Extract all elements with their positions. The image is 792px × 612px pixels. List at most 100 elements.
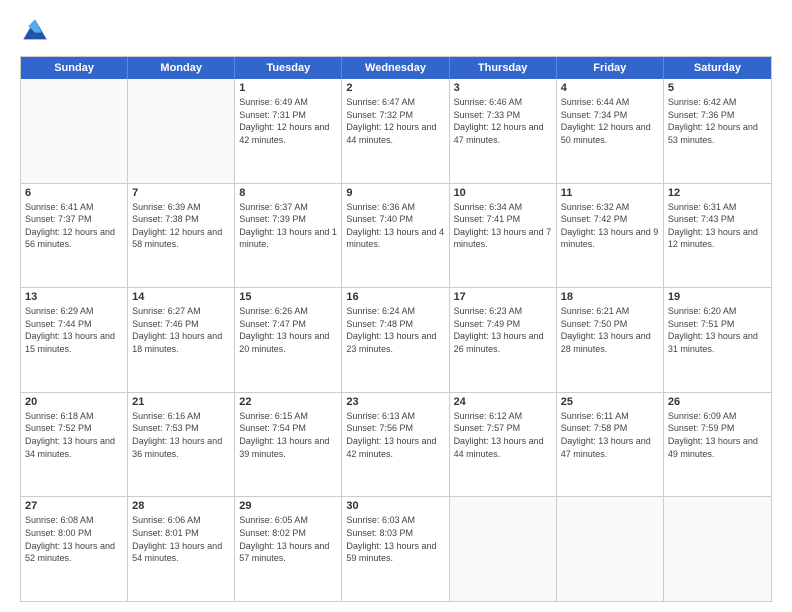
day-number: 2 xyxy=(346,82,444,94)
day-detail: Sunrise: 6:05 AMSunset: 8:02 PMDaylight:… xyxy=(239,514,337,564)
day-detail: Sunrise: 6:32 AMSunset: 7:42 PMDaylight:… xyxy=(561,201,659,251)
cal-day-19: 19 Sunrise: 6:20 AMSunset: 7:51 PMDaylig… xyxy=(664,288,771,392)
cal-day-empty xyxy=(557,497,664,601)
cal-day-18: 18 Sunrise: 6:21 AMSunset: 7:50 PMDaylig… xyxy=(557,288,664,392)
day-number: 9 xyxy=(346,187,444,199)
cal-day-15: 15 Sunrise: 6:26 AMSunset: 7:47 PMDaylig… xyxy=(235,288,342,392)
cal-day-13: 13 Sunrise: 6:29 AMSunset: 7:44 PMDaylig… xyxy=(21,288,128,392)
weekday-header-wednesday: Wednesday xyxy=(342,57,449,79)
cal-week-4: 20 Sunrise: 6:18 AMSunset: 7:52 PMDaylig… xyxy=(21,392,771,497)
weekday-header-saturday: Saturday xyxy=(664,57,771,79)
day-detail: Sunrise: 6:42 AMSunset: 7:36 PMDaylight:… xyxy=(668,96,767,146)
day-detail: Sunrise: 6:15 AMSunset: 7:54 PMDaylight:… xyxy=(239,410,337,460)
day-detail: Sunrise: 6:37 AMSunset: 7:39 PMDaylight:… xyxy=(239,201,337,251)
day-number: 1 xyxy=(239,82,337,94)
cal-week-2: 6 Sunrise: 6:41 AMSunset: 7:37 PMDayligh… xyxy=(21,183,771,288)
day-detail: Sunrise: 6:44 AMSunset: 7:34 PMDaylight:… xyxy=(561,96,659,146)
day-detail: Sunrise: 6:27 AMSunset: 7:46 PMDaylight:… xyxy=(132,305,230,355)
day-number: 8 xyxy=(239,187,337,199)
day-number: 21 xyxy=(132,396,230,408)
day-number: 5 xyxy=(668,82,767,94)
cal-day-empty xyxy=(128,79,235,183)
weekday-header-friday: Friday xyxy=(557,57,664,79)
day-number: 7 xyxy=(132,187,230,199)
day-detail: Sunrise: 6:11 AMSunset: 7:58 PMDaylight:… xyxy=(561,410,659,460)
day-number: 4 xyxy=(561,82,659,94)
cal-day-9: 9 Sunrise: 6:36 AMSunset: 7:40 PMDayligh… xyxy=(342,184,449,288)
cal-day-24: 24 Sunrise: 6:12 AMSunset: 7:57 PMDaylig… xyxy=(450,393,557,497)
day-detail: Sunrise: 6:13 AMSunset: 7:56 PMDaylight:… xyxy=(346,410,444,460)
cal-week-1: 1 Sunrise: 6:49 AMSunset: 7:31 PMDayligh… xyxy=(21,79,771,183)
day-number: 20 xyxy=(25,396,123,408)
cal-day-17: 17 Sunrise: 6:23 AMSunset: 7:49 PMDaylig… xyxy=(450,288,557,392)
day-detail: Sunrise: 6:03 AMSunset: 8:03 PMDaylight:… xyxy=(346,514,444,564)
day-number: 12 xyxy=(668,187,767,199)
day-number: 14 xyxy=(132,291,230,303)
cal-day-28: 28 Sunrise: 6:06 AMSunset: 8:01 PMDaylig… xyxy=(128,497,235,601)
cal-day-7: 7 Sunrise: 6:39 AMSunset: 7:38 PMDayligh… xyxy=(128,184,235,288)
logo-icon xyxy=(20,16,50,46)
weekday-header-sunday: Sunday xyxy=(21,57,128,79)
day-number: 18 xyxy=(561,291,659,303)
cal-day-5: 5 Sunrise: 6:42 AMSunset: 7:36 PMDayligh… xyxy=(664,79,771,183)
day-detail: Sunrise: 6:18 AMSunset: 7:52 PMDaylight:… xyxy=(25,410,123,460)
day-detail: Sunrise: 6:26 AMSunset: 7:47 PMDaylight:… xyxy=(239,305,337,355)
cal-day-6: 6 Sunrise: 6:41 AMSunset: 7:37 PMDayligh… xyxy=(21,184,128,288)
cal-day-30: 30 Sunrise: 6:03 AMSunset: 8:03 PMDaylig… xyxy=(342,497,449,601)
cal-day-12: 12 Sunrise: 6:31 AMSunset: 7:43 PMDaylig… xyxy=(664,184,771,288)
cal-day-26: 26 Sunrise: 6:09 AMSunset: 7:59 PMDaylig… xyxy=(664,393,771,497)
day-number: 22 xyxy=(239,396,337,408)
calendar-header: SundayMondayTuesdayWednesdayThursdayFrid… xyxy=(21,57,771,79)
day-detail: Sunrise: 6:47 AMSunset: 7:32 PMDaylight:… xyxy=(346,96,444,146)
cal-day-11: 11 Sunrise: 6:32 AMSunset: 7:42 PMDaylig… xyxy=(557,184,664,288)
day-detail: Sunrise: 6:39 AMSunset: 7:38 PMDaylight:… xyxy=(132,201,230,251)
cal-day-16: 16 Sunrise: 6:24 AMSunset: 7:48 PMDaylig… xyxy=(342,288,449,392)
cal-day-27: 27 Sunrise: 6:08 AMSunset: 8:00 PMDaylig… xyxy=(21,497,128,601)
day-number: 11 xyxy=(561,187,659,199)
day-number: 26 xyxy=(668,396,767,408)
cal-day-29: 29 Sunrise: 6:05 AMSunset: 8:02 PMDaylig… xyxy=(235,497,342,601)
cal-day-25: 25 Sunrise: 6:11 AMSunset: 7:58 PMDaylig… xyxy=(557,393,664,497)
page: SundayMondayTuesdayWednesdayThursdayFrid… xyxy=(0,0,792,612)
cal-day-1: 1 Sunrise: 6:49 AMSunset: 7:31 PMDayligh… xyxy=(235,79,342,183)
cal-day-14: 14 Sunrise: 6:27 AMSunset: 7:46 PMDaylig… xyxy=(128,288,235,392)
cal-day-empty xyxy=(664,497,771,601)
weekday-header-monday: Monday xyxy=(128,57,235,79)
cal-day-10: 10 Sunrise: 6:34 AMSunset: 7:41 PMDaylig… xyxy=(450,184,557,288)
day-number: 16 xyxy=(346,291,444,303)
day-number: 29 xyxy=(239,500,337,512)
calendar: SundayMondayTuesdayWednesdayThursdayFrid… xyxy=(20,56,772,602)
day-detail: Sunrise: 6:49 AMSunset: 7:31 PMDaylight:… xyxy=(239,96,337,146)
day-number: 25 xyxy=(561,396,659,408)
cal-day-3: 3 Sunrise: 6:46 AMSunset: 7:33 PMDayligh… xyxy=(450,79,557,183)
day-number: 27 xyxy=(25,500,123,512)
header xyxy=(20,16,772,46)
day-number: 28 xyxy=(132,500,230,512)
cal-day-4: 4 Sunrise: 6:44 AMSunset: 7:34 PMDayligh… xyxy=(557,79,664,183)
cal-day-empty xyxy=(21,79,128,183)
day-detail: Sunrise: 6:20 AMSunset: 7:51 PMDaylight:… xyxy=(668,305,767,355)
day-detail: Sunrise: 6:09 AMSunset: 7:59 PMDaylight:… xyxy=(668,410,767,460)
day-number: 15 xyxy=(239,291,337,303)
day-detail: Sunrise: 6:46 AMSunset: 7:33 PMDaylight:… xyxy=(454,96,552,146)
weekday-header-thursday: Thursday xyxy=(450,57,557,79)
day-detail: Sunrise: 6:08 AMSunset: 8:00 PMDaylight:… xyxy=(25,514,123,564)
day-detail: Sunrise: 6:34 AMSunset: 7:41 PMDaylight:… xyxy=(454,201,552,251)
cal-day-empty xyxy=(450,497,557,601)
day-detail: Sunrise: 6:24 AMSunset: 7:48 PMDaylight:… xyxy=(346,305,444,355)
day-detail: Sunrise: 6:16 AMSunset: 7:53 PMDaylight:… xyxy=(132,410,230,460)
cal-week-3: 13 Sunrise: 6:29 AMSunset: 7:44 PMDaylig… xyxy=(21,287,771,392)
day-number: 23 xyxy=(346,396,444,408)
weekday-header-tuesday: Tuesday xyxy=(235,57,342,79)
day-number: 19 xyxy=(668,291,767,303)
cal-day-2: 2 Sunrise: 6:47 AMSunset: 7:32 PMDayligh… xyxy=(342,79,449,183)
day-number: 10 xyxy=(454,187,552,199)
day-number: 30 xyxy=(346,500,444,512)
day-number: 13 xyxy=(25,291,123,303)
cal-day-20: 20 Sunrise: 6:18 AMSunset: 7:52 PMDaylig… xyxy=(21,393,128,497)
day-detail: Sunrise: 6:41 AMSunset: 7:37 PMDaylight:… xyxy=(25,201,123,251)
day-detail: Sunrise: 6:06 AMSunset: 8:01 PMDaylight:… xyxy=(132,514,230,564)
day-number: 24 xyxy=(454,396,552,408)
cal-week-5: 27 Sunrise: 6:08 AMSunset: 8:00 PMDaylig… xyxy=(21,496,771,601)
day-detail: Sunrise: 6:21 AMSunset: 7:50 PMDaylight:… xyxy=(561,305,659,355)
